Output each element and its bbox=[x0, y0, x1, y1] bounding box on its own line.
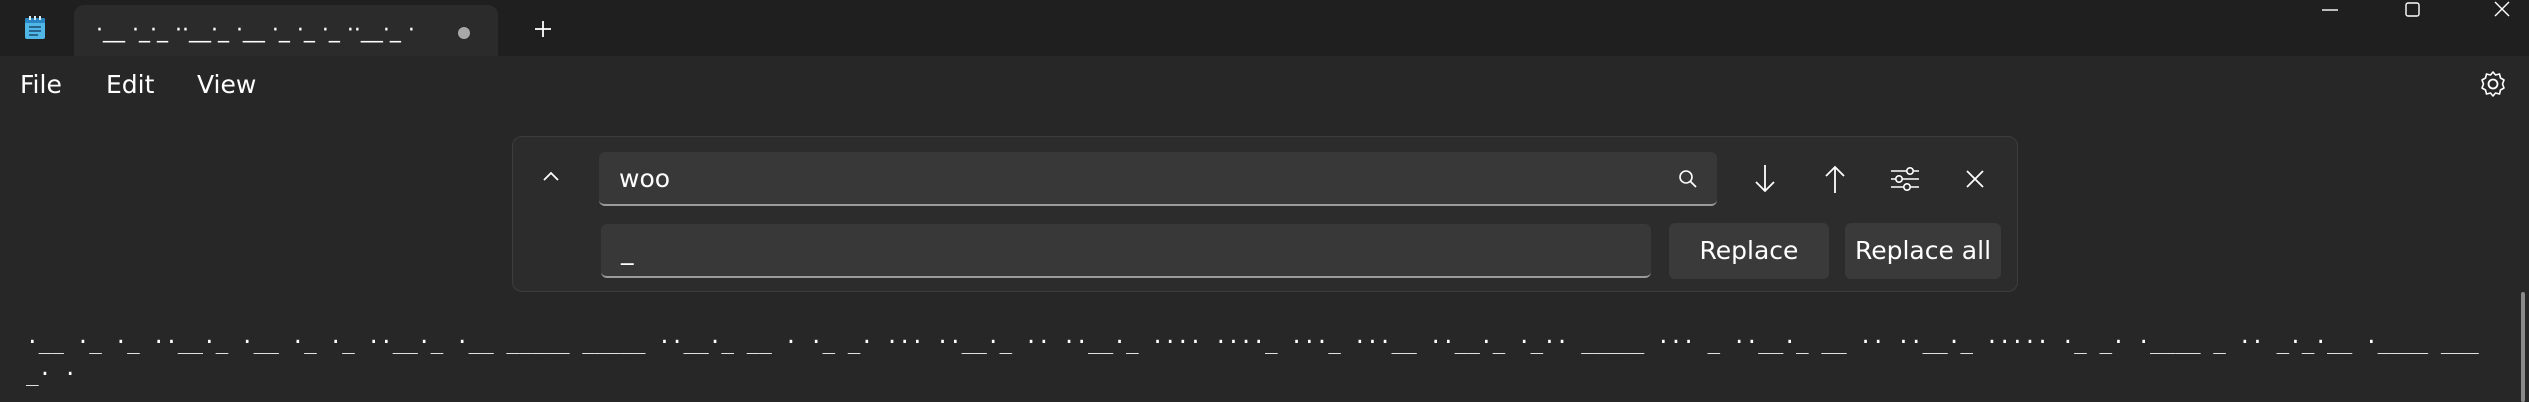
find-options-button[interactable] bbox=[1883, 157, 1927, 201]
find-previous-button[interactable] bbox=[1813, 157, 1857, 201]
sliders-icon bbox=[1891, 167, 1919, 191]
find-input[interactable]: woo bbox=[599, 152, 1717, 206]
replace-input-value: _ bbox=[621, 236, 634, 265]
unsaved-indicator[interactable] bbox=[458, 27, 470, 39]
find-input-value: woo bbox=[619, 164, 671, 193]
arrow-down-icon bbox=[1755, 165, 1775, 193]
close-find-button[interactable] bbox=[1953, 157, 1997, 201]
notepad-icon bbox=[24, 16, 46, 40]
tab-title: ·__ ·_·_ ··__·_ ·__ ·_ ·_ ·_ ··__·_ · bbox=[96, 18, 415, 43]
find-next-button[interactable] bbox=[1743, 157, 1787, 201]
toggle-replace-button[interactable] bbox=[531, 157, 571, 197]
minimize-icon bbox=[2322, 9, 2338, 11]
close-icon bbox=[2494, 1, 2510, 17]
menu-bar: File Edit View bbox=[0, 56, 2529, 112]
plus-icon bbox=[535, 21, 551, 37]
arrow-up-icon bbox=[1825, 165, 1845, 193]
menu-edit[interactable]: Edit bbox=[106, 70, 154, 100]
close-window-button[interactable] bbox=[2454, 0, 2529, 24]
editor-content[interactable]: ·__ ·_ ·_ ··__·_ ·__ ·_ ·_ ··__·_ ·__ __… bbox=[26, 326, 2496, 396]
search-icon[interactable] bbox=[1675, 166, 1701, 192]
find-replace-panel: woo _ Replace Replace all bbox=[512, 136, 2018, 292]
document-tab[interactable]: ·__ ·_·_ ··__·_ ·__ ·_ ·_ ·_ ··__·_ · bbox=[74, 5, 498, 56]
title-bar: ·__ ·_·_ ··__·_ ·__ ·_ ·_ ·_ ··__·_ · bbox=[0, 0, 2529, 56]
settings-button[interactable] bbox=[2478, 69, 2508, 99]
new-tab-button[interactable] bbox=[530, 16, 556, 42]
menu-file[interactable]: File bbox=[20, 70, 62, 100]
vertical-scrollbar[interactable] bbox=[2521, 292, 2525, 402]
replace-all-button[interactable]: Replace all bbox=[1845, 223, 2001, 279]
text-editor[interactable]: ·__ ·_ ·_ ··__·_ ·__ ·_ ·_ ··__·_ ·__ __… bbox=[0, 312, 2529, 402]
replace-input[interactable]: _ bbox=[601, 224, 1651, 278]
minimize-button[interactable] bbox=[2290, 0, 2370, 24]
gear-icon bbox=[2481, 71, 2505, 97]
maximize-button[interactable] bbox=[2372, 0, 2452, 24]
menu-view[interactable]: View bbox=[197, 70, 256, 100]
replace-button[interactable]: Replace bbox=[1669, 223, 1829, 279]
close-icon bbox=[1966, 170, 1984, 188]
chevron-up-icon bbox=[543, 171, 559, 181]
maximize-icon bbox=[2405, 2, 2420, 17]
